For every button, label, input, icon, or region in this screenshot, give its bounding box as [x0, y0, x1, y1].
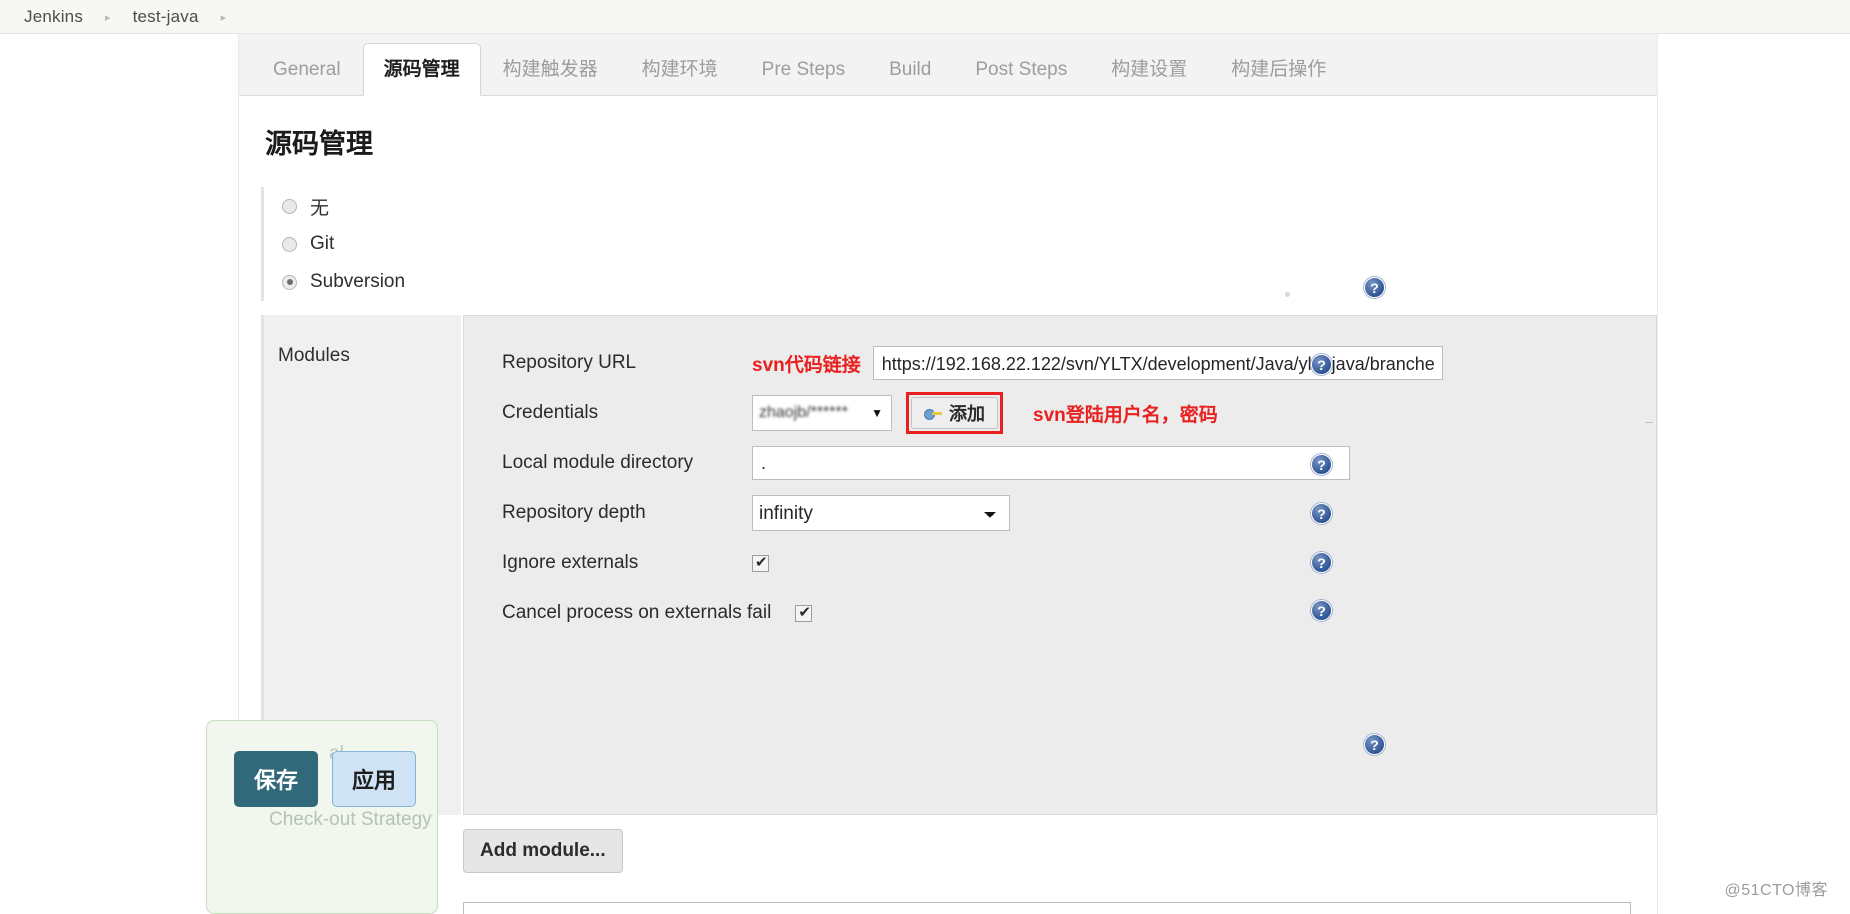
- chevron-down-icon: ▼: [871, 406, 883, 420]
- tab-build-env[interactable]: 构建环境: [620, 44, 740, 95]
- ignore-externals-label: Ignore externals: [502, 552, 639, 573]
- credentials-value: zhaojb/******: [759, 404, 848, 421]
- help-icon-cancel-process[interactable]: ?: [1311, 600, 1332, 621]
- row-credentials: Credentials zhaojb/****** ▼ 添加 svn登陆用户名，…: [464, 388, 1656, 438]
- subversion-fields-panel: Repository URL svn代码链接 Credentials zhaoj…: [463, 315, 1657, 815]
- row-cancel-process-externals-fail: Cancel process on externals fail: [464, 588, 1656, 638]
- scm-option-git-label: Git: [310, 233, 335, 254]
- annotation-repo-url: svn代码链接: [752, 354, 861, 376]
- breadcrumb-item-jenkins[interactable]: Jenkins: [24, 7, 83, 27]
- save-button[interactable]: 保存: [234, 751, 318, 807]
- radio-none[interactable]: [282, 198, 297, 214]
- config-tabbar: General 源码管理 构建触发器 构建环境 Pre Steps Build …: [239, 34, 1657, 96]
- help-icon-repository-url[interactable]: ?: [1311, 354, 1332, 375]
- checkout-strategy-row: Use 'svn update' as much as possible: [463, 902, 1643, 914]
- row-repository-depth: Repository depth infinity: [464, 488, 1656, 538]
- scm-option-none[interactable]: 无: [280, 187, 1657, 225]
- help-icon-local-module-directory[interactable]: ?: [1311, 454, 1332, 475]
- tab-pre-steps[interactable]: Pre Steps: [740, 49, 867, 95]
- repository-depth-select[interactable]: infinity: [752, 495, 1010, 531]
- cancel-process-externals-fail-checkbox[interactable]: [795, 603, 813, 622]
- scm-option-none-label: 无: [310, 197, 330, 219]
- local-module-directory-input[interactable]: [752, 446, 1350, 480]
- tab-post-build[interactable]: 构建后操作: [1209, 44, 1348, 95]
- breadcrumb-item-test-java[interactable]: test-java: [133, 7, 199, 27]
- cancel-process-externals-fail-label: Cancel process on externals fail: [502, 602, 772, 623]
- subversion-config: Modules Repository URL svn代码链接 Credentia…: [261, 315, 1657, 815]
- radio-git[interactable]: [282, 236, 297, 252]
- add-credentials-highlight: 添加: [906, 392, 1003, 434]
- row-ignore-externals: Ignore externals: [464, 538, 1656, 588]
- tab-build-settings[interactable]: 构建设置: [1089, 44, 1209, 95]
- credentials-select[interactable]: zhaojb/****** ▼: [752, 395, 892, 431]
- configure-content-column: General 源码管理 构建触发器 构建环境 Pre Steps Build …: [238, 34, 1658, 914]
- add-module-button[interactable]: Add module...: [463, 829, 623, 873]
- breadcrumb: Jenkins ▸ test-java ▸: [0, 0, 1850, 34]
- scm-option-subversion[interactable]: Subversion: [280, 263, 1657, 301]
- row-repository-url: Repository URL svn代码链接: [464, 338, 1656, 388]
- breadcrumb-separator-icon-2: ▸: [220, 12, 227, 24]
- save-apply-floating-bar: al 保存 应用 Check-out Strategy: [206, 720, 438, 914]
- help-icon-subversion[interactable]: ?: [1364, 277, 1385, 298]
- save-apply-buttons: 保存 应用: [234, 751, 416, 807]
- credentials-label: Credentials: [502, 402, 599, 423]
- tab-build-triggers[interactable]: 构建触发器: [481, 44, 620, 95]
- annotation-credentials: svn登陆用户名，密码: [1033, 404, 1218, 426]
- add-module-row: Add module...: [463, 829, 1657, 873]
- repository-url-input[interactable]: [872, 346, 1443, 380]
- render-artifact-tick: [1645, 422, 1653, 423]
- scm-option-git[interactable]: Git: [280, 225, 1657, 263]
- help-icon-repository-depth[interactable]: ?: [1311, 503, 1332, 524]
- breadcrumb-separator-icon: ▸: [105, 12, 111, 24]
- repository-depth-label: Repository depth: [502, 502, 646, 523]
- help-icon-ignore-externals[interactable]: ?: [1311, 552, 1332, 573]
- ghost-label-checkout-strategy: Check-out Strategy: [269, 809, 432, 830]
- modules-label: Modules: [278, 345, 350, 366]
- tab-build[interactable]: Build: [867, 49, 953, 95]
- local-module-directory-label: Local module directory: [502, 452, 694, 473]
- add-credentials-label: 添加: [949, 404, 985, 424]
- tab-general[interactable]: General: [251, 49, 363, 95]
- page-body: General 源码管理 构建触发器 构建环境 Pre Steps Build …: [0, 34, 1850, 914]
- radio-subversion[interactable]: [282, 274, 297, 290]
- ignore-externals-checkbox[interactable]: [752, 553, 769, 572]
- tab-source-control[interactable]: 源码管理: [362, 43, 481, 96]
- scm-section: 源码管理 无 Git Subversion Modules Repository…: [239, 96, 1657, 914]
- page-title: 源码管理: [265, 129, 373, 159]
- row-local-module-directory: Local module directory: [464, 438, 1656, 488]
- watermark: @51CTO博客: [1724, 882, 1828, 899]
- render-artifact-dot: [1285, 292, 1290, 297]
- scm-radio-group: 无 Git Subversion: [261, 187, 1657, 301]
- add-credentials-button[interactable]: 添加: [911, 397, 998, 429]
- apply-button[interactable]: 应用: [332, 751, 416, 807]
- repository-url-label: Repository URL: [502, 352, 637, 373]
- scm-option-subversion-label: Subversion: [310, 271, 406, 292]
- checkout-strategy-select[interactable]: Use 'svn update' as much as possible: [463, 902, 1631, 914]
- tab-post-steps[interactable]: Post Steps: [953, 49, 1089, 95]
- key-icon: [924, 407, 942, 420]
- help-icon-checkout-strategy[interactable]: ?: [1364, 734, 1385, 755]
